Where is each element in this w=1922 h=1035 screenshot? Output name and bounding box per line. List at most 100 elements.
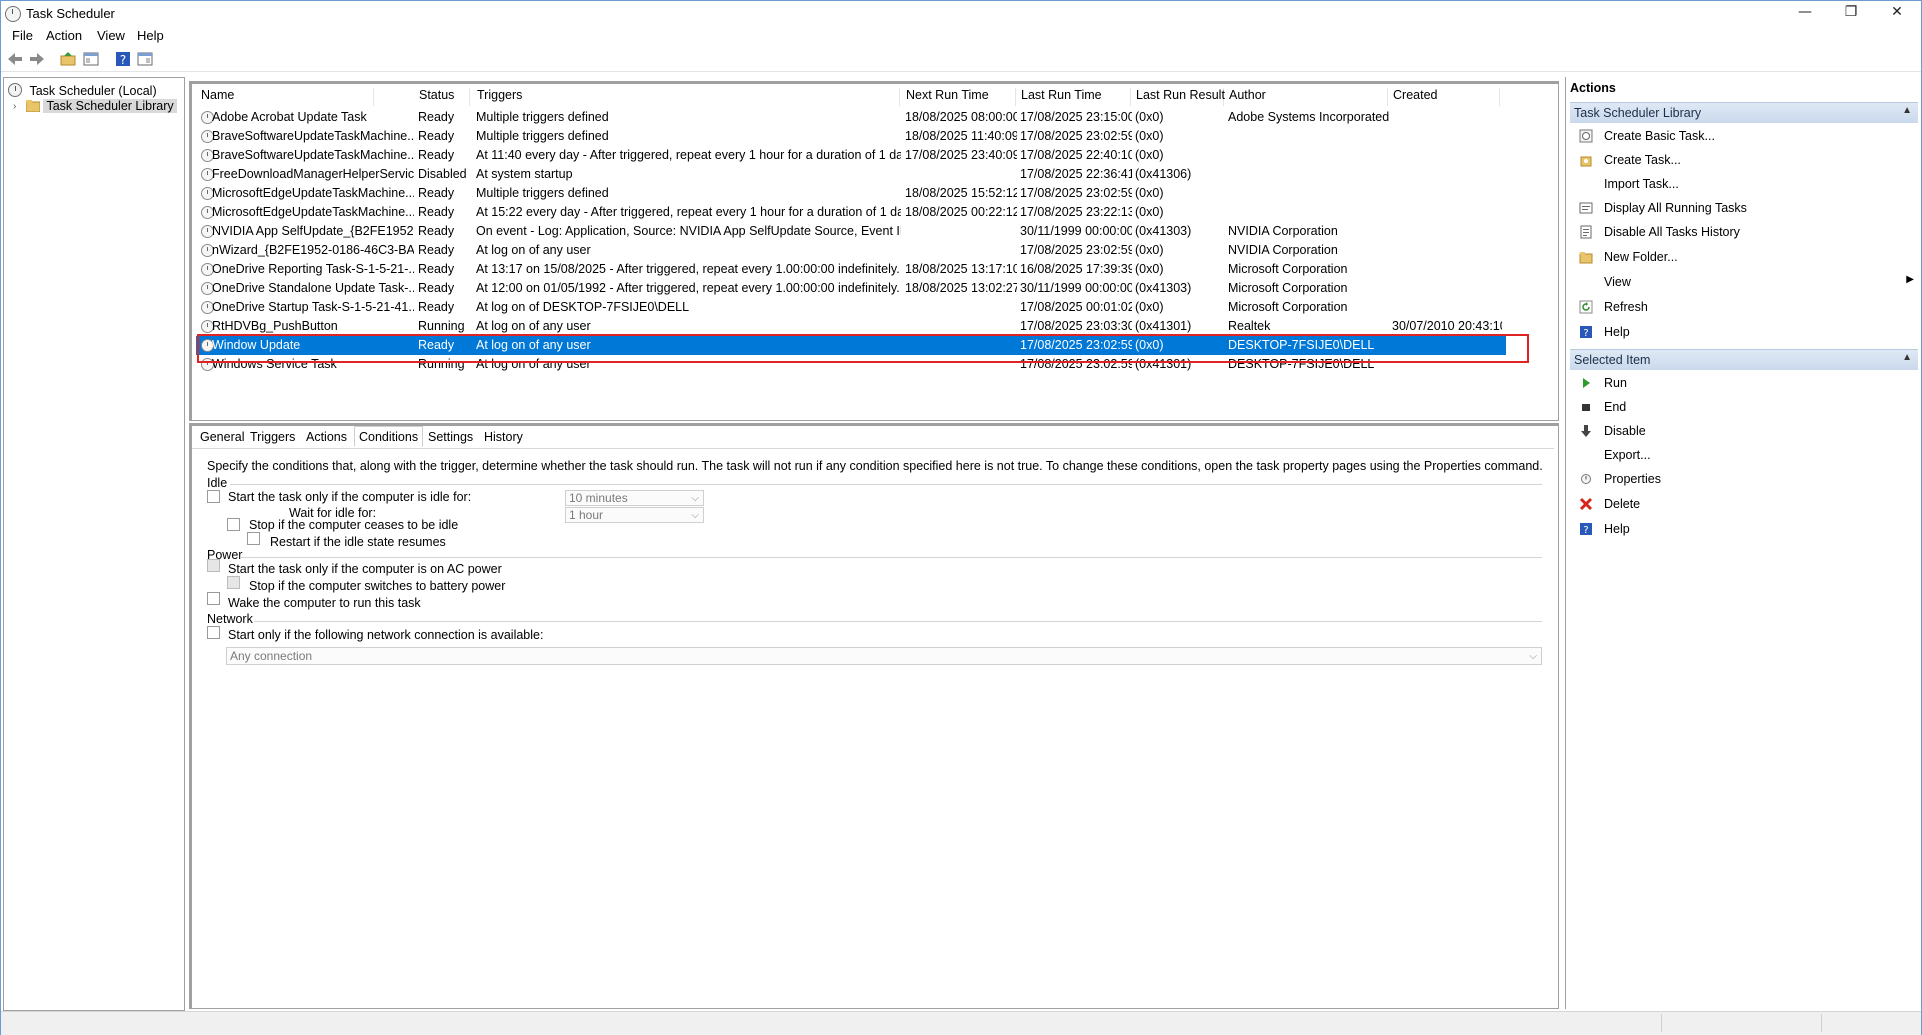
idle-duration-select[interactable]: 10 minutes ⌵ <box>565 490 704 506</box>
stop-idle-checkbox[interactable] <box>227 518 240 531</box>
table-row[interactable]: BraveSoftwareUpdateTaskMachine... Ready Mu… <box>196 127 1506 146</box>
show-hide-console-tree-icon[interactable] <box>82 50 100 68</box>
column-last-run-result[interactable]: Last Run Result <box>1131 88 1225 106</box>
minimize-button[interactable]: — <box>1782 1 1828 25</box>
cell-triggers: Multiple triggers defined <box>476 129 609 143</box>
action-run[interactable]: Run <box>1570 373 1918 393</box>
action-properties[interactable]: Properties <box>1570 469 1918 489</box>
menu-bar: File Action View Help <box>1 26 1921 46</box>
idle-group-label: Idle <box>207 476 228 490</box>
idle-start-checkbox[interactable] <box>207 490 220 503</box>
network-checkbox[interactable] <box>207 626 220 639</box>
cell-author: Realtek <box>1228 319 1271 333</box>
cell-last: 17/08/2025 23:22:13 <box>1020 205 1132 219</box>
tab-settings[interactable]: Settings <box>424 428 477 446</box>
table-row[interactable]: Window Update Ready At log on of any user 1… <box>196 336 1506 355</box>
action-disable-tasks-history[interactable]: Disable All Tasks History <box>1570 222 1918 242</box>
cell-triggers: At log on of any user <box>476 338 591 352</box>
cell-name: Windows Service Task <box>212 357 337 371</box>
action-help-library[interactable]: ? Help <box>1570 322 1918 342</box>
table-row[interactable]: RtHDVBg_PushButton Running At log on of an… <box>196 317 1506 336</box>
cell-next: 17/08/2025 23:40:09 <box>905 148 1017 162</box>
table-row[interactable]: nWizard_{B2FE1952-0186-46C3-BAE... Ready A… <box>196 241 1506 260</box>
table-row[interactable]: MicrosoftEdgeUpdateTaskMachine... Ready Mu… <box>196 184 1506 203</box>
action-export[interactable]: Export... <box>1570 445 1918 465</box>
ac-power-checkbox[interactable] <box>207 559 220 572</box>
column-status[interactable]: Status <box>414 88 470 106</box>
collapse-up-icon[interactable]: ▲ <box>1902 105 1912 116</box>
cell-next: 18/08/2025 13:17:10 <box>905 262 1017 276</box>
cell-last: 17/08/2025 23:02:59 <box>1020 186 1132 200</box>
cell-status: Ready <box>418 338 455 352</box>
cell-status: Ready <box>418 224 455 238</box>
refresh-icon <box>1579 300 1593 314</box>
section-selected-item[interactable]: Selected Item ▲ <box>1570 349 1918 370</box>
cell-result: (0x41301) <box>1135 357 1192 371</box>
table-row[interactable]: NVIDIA App SelfUpdate_{B2FE1952-... Ready… <box>196 222 1506 241</box>
back-arrow-icon[interactable] <box>6 50 24 68</box>
table-row[interactable]: OneDrive Reporting Task-S-1-5-21-... Read… <box>196 260 1506 279</box>
forward-arrow-icon[interactable] <box>28 50 46 68</box>
table-row[interactable]: OneDrive Startup Task-S-1-5-21-41... Read… <box>196 298 1506 317</box>
network-group-label: Network <box>207 612 253 626</box>
action-view[interactable]: View ▶ <box>1570 272 1918 292</box>
show-hide-action-pane-icon[interactable] <box>136 50 154 68</box>
action-create-task[interactable]: Create Task... <box>1570 150 1918 170</box>
cell-author: NVIDIA Corporation <box>1228 243 1338 257</box>
tab-conditions[interactable]: Conditions <box>354 426 424 447</box>
tab-history[interactable]: History <box>480 428 527 446</box>
action-end[interactable]: End <box>1570 397 1918 417</box>
menu-file[interactable]: File <box>12 28 33 43</box>
stop-icon <box>1582 404 1590 411</box>
cell-triggers: At 12:00 on 01/05/1992 - After triggered… <box>476 281 900 295</box>
action-help-selected[interactable]: ? Help <box>1570 519 1918 539</box>
action-new-folder[interactable]: New Folder... <box>1570 247 1918 267</box>
menu-help[interactable]: Help <box>137 28 164 43</box>
chevron-right-icon[interactable]: › <box>13 101 16 112</box>
action-display-running-tasks[interactable]: Display All Running Tasks <box>1570 198 1918 218</box>
wait-duration-select[interactable]: 1 hour ⌵ <box>565 507 704 523</box>
column-last-run-time[interactable]: Last Run Time <box>1016 88 1131 106</box>
table-row[interactable]: FreeDownloadManagerHelperService Disabled… <box>196 165 1506 184</box>
action-disable[interactable]: Disable <box>1570 421 1918 441</box>
running-tasks-icon <box>1579 202 1593 214</box>
table-row[interactable]: BraveSoftwareUpdateTaskMachine... Ready At… <box>196 146 1506 165</box>
action-create-basic-task[interactable]: Create Basic Task... <box>1570 126 1918 146</box>
tab-triggers[interactable]: Triggers <box>246 428 299 446</box>
status-divider <box>1821 1014 1823 1032</box>
wake-checkbox[interactable] <box>207 592 220 605</box>
up-folder-icon[interactable] <box>59 50 77 68</box>
column-next-run-time[interactable]: Next Run Time <box>901 88 1016 106</box>
network-connection-select[interactable]: Any connection ⌵ <box>226 647 1542 665</box>
table-row[interactable]: Adobe Acrobat Update Task Ready Multiple t… <box>196 108 1506 127</box>
cell-last: 30/11/1999 00:00:00 <box>1020 224 1132 238</box>
help-icon[interactable]: ? <box>114 50 132 68</box>
column-author[interactable]: Author <box>1224 88 1388 106</box>
cell-last: 17/08/2025 23:03:30 <box>1020 319 1132 333</box>
table-row[interactable]: Windows Service Task Running At log on of … <box>196 355 1506 374</box>
action-delete[interactable]: Delete <box>1570 494 1918 514</box>
section-task-scheduler-library[interactable]: Task Scheduler Library ▲ <box>1570 102 1918 123</box>
column-created[interactable]: Created <box>1388 88 1500 106</box>
help-icon: ? <box>1580 326 1592 339</box>
table-row[interactable]: MicrosoftEdgeUpdateTaskMachine... Ready At… <box>196 203 1506 222</box>
restart-idle-checkbox[interactable] <box>247 532 260 545</box>
cell-result: (0x0) <box>1135 110 1164 124</box>
column-name[interactable]: Name <box>196 88 374 106</box>
battery-checkbox[interactable] <box>227 576 240 589</box>
tab-actions[interactable]: Actions <box>302 428 351 446</box>
cell-result: (0x0) <box>1135 205 1164 219</box>
restore-button[interactable]: ❐ <box>1828 1 1874 25</box>
tree-item-local[interactable]: Task Scheduler (Local) <box>8 81 157 98</box>
create-task-icon <box>1580 156 1592 167</box>
collapse-up-icon[interactable]: ▲ <box>1902 352 1912 363</box>
menu-view[interactable]: View <box>97 28 125 43</box>
action-import-task[interactable]: Import Task... <box>1570 174 1918 194</box>
column-triggers[interactable]: Triggers <box>472 88 900 106</box>
tab-general[interactable]: General <box>196 428 248 446</box>
tree-item-library[interactable]: Task Scheduler Library <box>25 99 177 113</box>
action-refresh[interactable]: Refresh <box>1570 297 1918 317</box>
table-row[interactable]: OneDrive Standalone Update Task-... Ready… <box>196 279 1506 298</box>
close-button[interactable]: ✕ <box>1874 1 1920 25</box>
menu-action[interactable]: Action <box>46 28 82 43</box>
